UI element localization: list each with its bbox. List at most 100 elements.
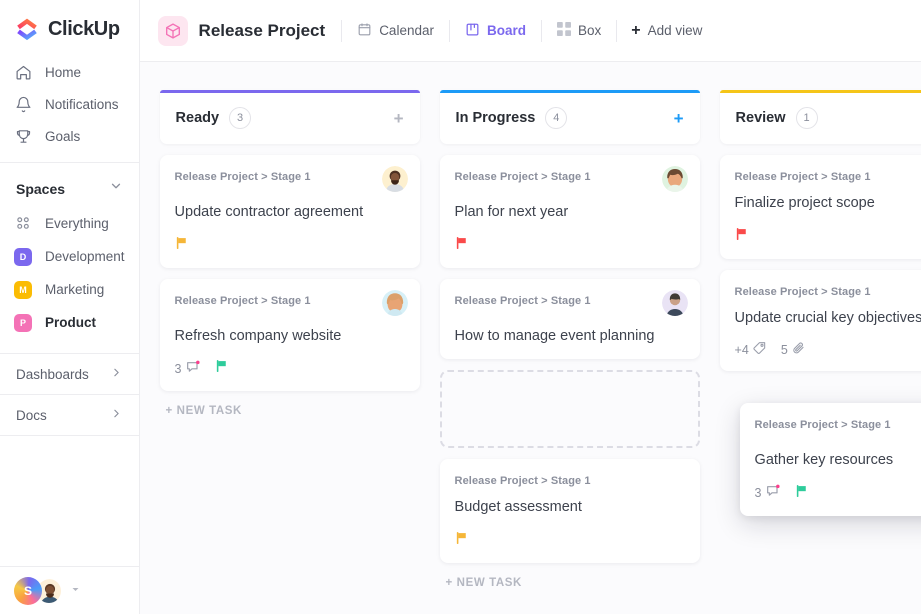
- new-task-button[interactable]: + NEW TASK: [160, 391, 420, 431]
- tab-label: Calendar: [379, 23, 434, 38]
- home-icon: [14, 63, 32, 81]
- sidebar-item-notifications[interactable]: Notifications: [0, 88, 139, 120]
- column-count: 3: [229, 107, 251, 129]
- add-task-button[interactable]: +: [674, 110, 684, 127]
- sidebar-item-label: Home: [45, 65, 81, 80]
- sidebar-item-home[interactable]: Home: [0, 56, 139, 88]
- sidebar-item-product[interactable]: P Product: [0, 306, 139, 339]
- add-task-button[interactable]: +: [394, 110, 404, 127]
- avatar[interactable]: [662, 290, 688, 316]
- new-task-button[interactable]: + NEW TASK: [440, 563, 700, 603]
- column-header[interactable]: Ready 3 +: [160, 90, 420, 144]
- column-count: 4: [545, 107, 567, 129]
- cube-icon: [158, 16, 188, 46]
- sidebar-item-development[interactable]: D Development: [0, 240, 139, 273]
- comment-count-value: 3: [755, 486, 762, 500]
- comment-count-value: 3: [175, 362, 182, 376]
- bell-icon: [14, 95, 32, 113]
- tab-board[interactable]: Board: [450, 16, 541, 46]
- sidebar-item-marketing[interactable]: M Marketing: [0, 273, 139, 306]
- space-label: Development: [45, 249, 125, 264]
- task-title: Update crucial key objectives: [735, 309, 921, 329]
- space-square-icon: M: [14, 281, 32, 299]
- plus-icon: +: [631, 23, 640, 39]
- chevron-down-icon[interactable]: [109, 179, 123, 198]
- space-label: Marketing: [45, 282, 104, 297]
- flag-icon[interactable]: [215, 359, 229, 378]
- add-view-label: Add view: [648, 23, 703, 38]
- sidebar-item-docs[interactable]: Docs: [0, 395, 139, 435]
- attachment-count[interactable]: 5: [781, 341, 806, 358]
- task-card[interactable]: Release Project > Stage 1: [160, 155, 420, 268]
- tag-count[interactable]: +4: [735, 341, 767, 358]
- space-square-icon: D: [14, 248, 32, 266]
- flag-icon[interactable]: [795, 484, 809, 503]
- flag-icon[interactable]: [455, 236, 469, 255]
- avatar[interactable]: [382, 290, 408, 316]
- task-card[interactable]: Release Project > Stage 1 Budget assessm…: [440, 459, 700, 563]
- tag-count-value: +4: [735, 343, 749, 357]
- task-title: Plan for next year: [455, 203, 685, 223]
- column-cards: Release Project > Stage 1 Plan for: [440, 155, 700, 563]
- board-icon: [465, 22, 480, 40]
- task-card[interactable]: Release Project > Stage 1 How to ma: [440, 279, 700, 360]
- tab-calendar[interactable]: Calendar: [342, 16, 449, 46]
- top-bar: Release Project Calendar Boa: [140, 0, 921, 62]
- column-title: In Progress: [456, 110, 536, 126]
- task-title: Finalize project scope: [735, 194, 921, 214]
- drop-placeholder[interactable]: [440, 370, 700, 448]
- clickup-logo-icon: [14, 16, 40, 42]
- space-label: Everything: [45, 216, 109, 231]
- comment-icon: [766, 484, 781, 502]
- workspace-avatar[interactable]: S: [14, 577, 42, 605]
- column-count: 1: [796, 107, 818, 129]
- tab-box[interactable]: Box: [542, 16, 616, 46]
- add-view-button[interactable]: + Add view: [617, 23, 716, 39]
- column-title: Review: [736, 110, 786, 126]
- task-card[interactable]: Release Project > Stage 1 Finalize proje…: [720, 155, 921, 259]
- task-card[interactable]: Release Project > Stage 1 Plan for: [440, 155, 700, 268]
- task-meta: [455, 531, 685, 550]
- sidebar-divider-4: [0, 435, 139, 436]
- comment-count[interactable]: 3: [175, 360, 201, 378]
- dragging-task-card[interactable]: Release Project > Stage 1 Gather key res…: [740, 403, 921, 516]
- task-meta: [455, 236, 685, 255]
- avatar[interactable]: [382, 166, 408, 192]
- column-title: Ready: [176, 110, 220, 126]
- avatar[interactable]: [662, 166, 688, 192]
- sidebar-item-label: Dashboards: [16, 367, 89, 382]
- calendar-icon: [357, 22, 372, 40]
- tab-label: Box: [578, 23, 601, 38]
- paperclip-icon: [792, 341, 806, 358]
- sidebar: ClickUp Home Notifications: [0, 0, 140, 614]
- spaces-header[interactable]: Spaces: [0, 163, 139, 207]
- flag-icon[interactable]: [175, 236, 189, 255]
- page-title: Release Project: [199, 21, 326, 41]
- sidebar-item-dashboards[interactable]: Dashboards: [0, 354, 139, 394]
- breadcrumb: Release Project > Stage 1: [735, 284, 921, 298]
- flag-icon[interactable]: [455, 531, 469, 550]
- task-meta: 3: [175, 359, 405, 378]
- caret-down-icon[interactable]: [71, 585, 80, 596]
- tab-label: Board: [487, 23, 526, 38]
- column-cards: Release Project > Stage 1: [160, 155, 420, 391]
- task-title: Budget assessment: [455, 498, 685, 518]
- sidebar-item-everything[interactable]: Everything: [0, 207, 139, 240]
- task-meta: [735, 227, 921, 246]
- task-title: Gather key resources: [755, 451, 921, 471]
- brand-logo[interactable]: ClickUp: [0, 0, 139, 52]
- spaces-list: Everything D Development M Marketing P P…: [0, 207, 139, 339]
- task-card[interactable]: Release Project > Stage 1 Update crucial…: [720, 270, 921, 372]
- column-header[interactable]: Review 1: [720, 90, 921, 144]
- task-title: Refresh company website: [175, 327, 405, 347]
- main-area: Release Project Calendar Boa: [140, 0, 921, 614]
- flag-icon[interactable]: [735, 227, 749, 246]
- task-title: How to manage event planning: [455, 327, 685, 347]
- user-bar[interactable]: S: [0, 566, 139, 614]
- column-cards: Release Project > Stage 1 Finalize proje…: [720, 155, 921, 371]
- sidebar-item-goals[interactable]: Goals: [0, 120, 139, 152]
- column-header[interactable]: In Progress 4 +: [440, 90, 700, 144]
- breadcrumb: Release Project > Stage 1: [175, 293, 382, 307]
- task-card[interactable]: Release Project > Stage 1 Refresh c: [160, 279, 420, 392]
- comment-count[interactable]: 3: [755, 484, 781, 502]
